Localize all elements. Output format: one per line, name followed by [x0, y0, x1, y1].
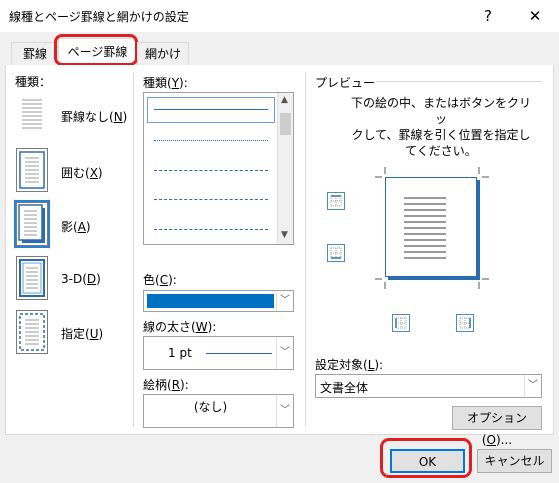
preview-heading-rule	[376, 81, 542, 82]
width-value: 1 pt	[168, 346, 192, 360]
setting-shadow-icon[interactable]	[14, 200, 50, 248]
setting-box-icon[interactable]	[16, 148, 48, 192]
width-label: 線の太さ(W):	[143, 320, 217, 334]
art-value: (なし)	[193, 400, 228, 414]
color-dropdown[interactable]: ﹀	[143, 290, 294, 312]
separator-left	[133, 72, 134, 427]
preview-instructions: 下の絵の中、またはボタンをクリッ クして、罫線を引く位置を指定し てください。	[350, 96, 531, 158]
width-dropdown[interactable]: 1 pt ﹀	[143, 336, 294, 370]
setting-shadow-label[interactable]: 影(A)	[61, 218, 91, 235]
setting-none-icon[interactable]	[16, 94, 48, 138]
setting-custom-label[interactable]: 指定(U)	[61, 325, 103, 342]
tab-shading[interactable]: 網かけ	[137, 42, 189, 66]
setting-3d-label[interactable]: 3-D(D)	[61, 272, 101, 286]
scroll-thumb[interactable]	[280, 113, 291, 135]
help-button[interactable]: ?	[473, 3, 503, 29]
style-option-dash-dot[interactable]	[154, 229, 268, 230]
options-button[interactable]: オプション(O)...	[452, 406, 542, 447]
chevron-down-icon[interactable]: ﹀	[524, 375, 541, 397]
chevron-down-icon[interactable]: ﹀	[276, 291, 293, 311]
apply-to-value: 文書全体	[320, 381, 369, 395]
left-border-icon[interactable]	[392, 314, 410, 332]
setting-custom-icon[interactable]	[16, 310, 48, 354]
scroll-up-icon[interactable]: ▲	[281, 95, 288, 105]
window-title: 線種とページ罫線と網かけの設定	[9, 10, 189, 24]
setting-none-label[interactable]: 罫線なし(N)	[61, 108, 127, 125]
separator-right	[305, 72, 306, 427]
style-option-selected[interactable]	[147, 97, 275, 123]
color-label: 色(C):	[143, 273, 177, 287]
bottom-border-icon[interactable]	[327, 244, 345, 262]
preview-corner-marks	[375, 167, 489, 289]
style-label: 種類(Y):	[143, 76, 188, 90]
preview-heading: プレビュー	[315, 76, 376, 90]
highlight-ring-ok	[380, 438, 472, 478]
style-option-solid[interactable]	[154, 109, 268, 110]
style-scrollbar[interactable]: ▲ ▼	[277, 93, 293, 244]
settings-heading: 種類：	[15, 75, 52, 89]
tab-borders[interactable]: 罫線	[11, 42, 59, 66]
scroll-down-icon[interactable]: ▼	[281, 230, 288, 240]
setting-box-label[interactable]: 囲む(X)	[61, 164, 103, 181]
apply-to-dropdown[interactable]: 文書全体 ﹀	[315, 374, 542, 398]
art-dropdown[interactable]: (なし) ﹀	[143, 394, 294, 428]
color-swatch	[147, 294, 274, 308]
right-border-icon[interactable]	[456, 314, 474, 332]
setting-3d-icon[interactable]	[16, 256, 48, 300]
style-listbox[interactable]: ▲ ▼	[143, 92, 294, 245]
close-button[interactable]: ✕	[520, 3, 550, 29]
chevron-down-icon[interactable]: ﹀	[276, 395, 293, 427]
cancel-button[interactable]: キャンセル	[477, 449, 552, 473]
art-label: 絵柄(R):	[143, 378, 189, 392]
apply-to-label: 設定対象(L):	[315, 358, 384, 372]
width-preview-line	[206, 353, 272, 354]
top-border-icon[interactable]	[327, 192, 345, 210]
style-option-dashed-small[interactable]	[154, 170, 268, 171]
style-option-dotted[interactable]	[154, 140, 268, 141]
chevron-down-icon[interactable]: ﹀	[276, 337, 293, 369]
highlight-ring-tab	[54, 34, 138, 66]
style-option-dashed[interactable]	[154, 199, 268, 200]
